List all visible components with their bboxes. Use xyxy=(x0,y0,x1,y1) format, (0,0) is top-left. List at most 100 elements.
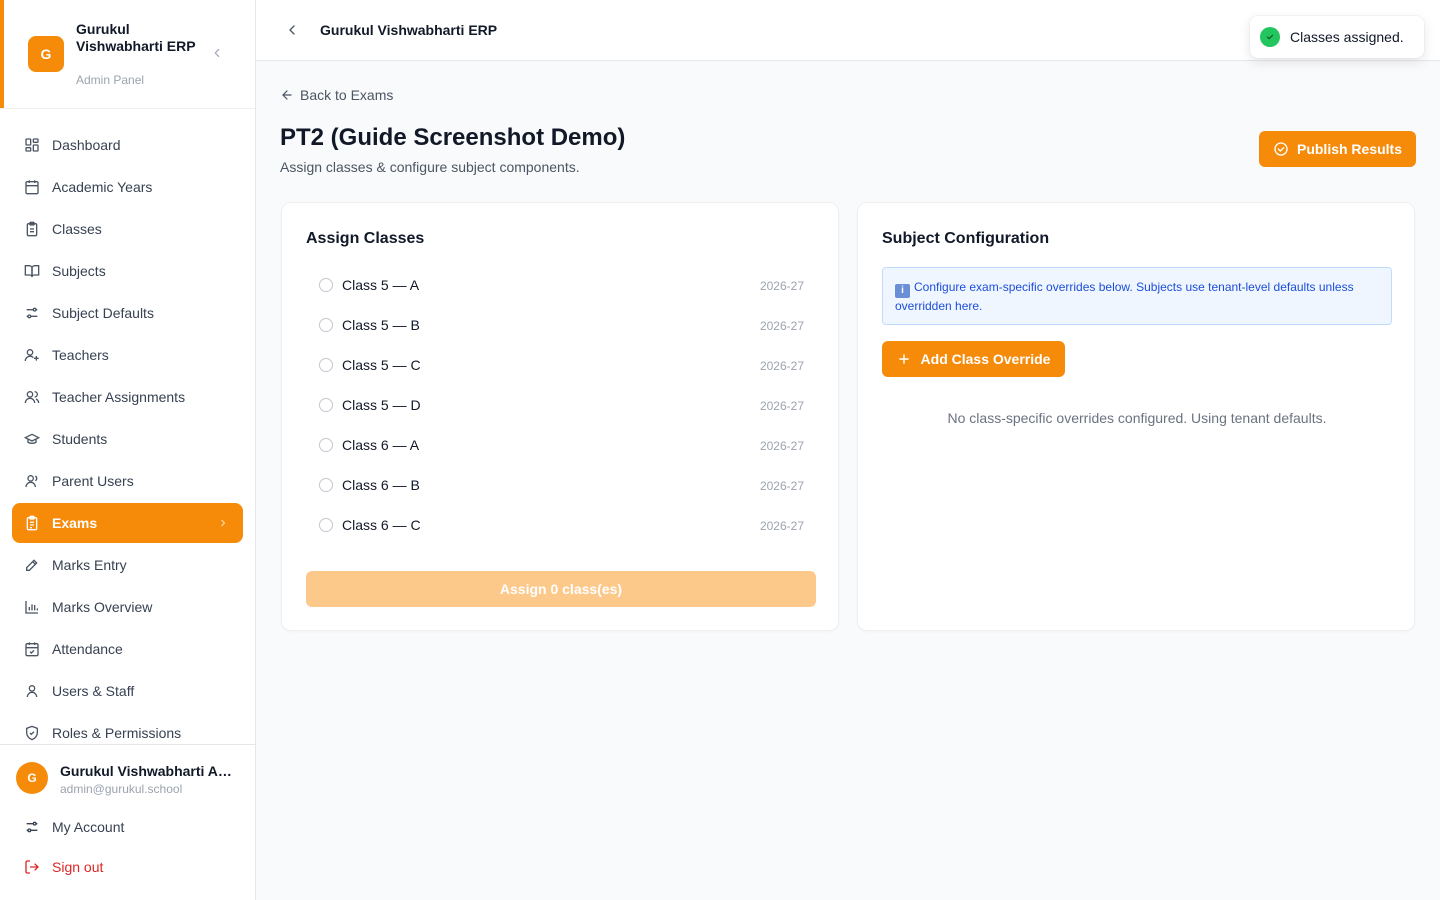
sidebar-item-users-staff[interactable]: Users & Staff xyxy=(12,671,243,711)
class-year: 2026-27 xyxy=(759,319,804,333)
class-year: 2026-27 xyxy=(759,359,804,373)
class-year: 2026-27 xyxy=(759,479,804,493)
assign-classes-card: Assign Classes Class 5 — A 2026-27 Class… xyxy=(281,202,839,631)
clipboard-icon xyxy=(24,221,40,237)
sidebar-item-label: Subject Defaults xyxy=(52,305,154,321)
sidebar-item-classes[interactable]: Classes xyxy=(12,209,243,249)
sidebar-item-label: Exams xyxy=(52,515,98,531)
class-option-5c[interactable]: Class 5 — C 2026-27 xyxy=(306,345,816,385)
graduation-cap-icon xyxy=(24,431,40,447)
class-label: Class 5 — A xyxy=(342,277,420,293)
class-radio[interactable] xyxy=(319,478,333,492)
user-group-icon xyxy=(24,473,40,489)
empty-state-text: No class-specific overrides configured. … xyxy=(947,410,1327,426)
sign-out-icon xyxy=(24,859,40,875)
class-year: 2026-27 xyxy=(759,279,804,293)
sidebar-item-label: Teacher Assignments xyxy=(52,389,186,405)
my-account-label: My Account xyxy=(52,819,125,835)
sign-out-button[interactable]: Sign out xyxy=(24,857,103,877)
back-button[interactable] xyxy=(280,18,304,42)
info-icon: i xyxy=(895,284,910,298)
my-account-link[interactable]: My Account xyxy=(24,817,124,837)
sidebar-item-attendance[interactable]: Attendance xyxy=(12,629,243,669)
class-radio[interactable] xyxy=(319,278,333,292)
sidebar-item-academic-years[interactable]: Academic Years xyxy=(12,167,243,207)
sidebar-item-marks-entry[interactable]: Marks Entry xyxy=(12,545,243,585)
subject-configuration-card: Subject Configuration i Configure exam-sp… xyxy=(857,202,1415,631)
sidebar-item-subjects[interactable]: Subjects xyxy=(12,251,243,291)
class-option-6c[interactable]: Class 6 — C 2026-27 xyxy=(306,505,816,545)
back-to-exams-link[interactable]: Back to Exams xyxy=(280,87,393,103)
sidebar-item-exams[interactable]: Exams xyxy=(12,503,243,543)
class-option-6a[interactable]: Class 6 — A 2026-27 xyxy=(306,425,816,465)
collapse-sidebar-button[interactable] xyxy=(206,42,228,64)
plus-icon xyxy=(897,352,911,366)
class-label: Class 5 — B xyxy=(342,317,420,333)
class-list: Class 5 — A 2026-27 Class 5 — B 2026-27 … xyxy=(306,265,816,545)
clipboard-list-icon xyxy=(24,515,40,531)
class-radio[interactable] xyxy=(319,438,333,452)
user-email: admin@gurukul.school xyxy=(60,782,183,796)
bar-chart-icon xyxy=(24,599,40,615)
info-banner: i Configure exam-specific overrides below… xyxy=(882,267,1392,325)
brand-subtitle: Admin Panel xyxy=(76,73,145,87)
sidebar-item-label: Roles & Permissions xyxy=(52,725,182,741)
header-title: Gurukul Vishwabharti ERP xyxy=(320,22,498,38)
sidebar-item-teachers[interactable]: Teachers xyxy=(12,335,243,375)
class-radio[interactable] xyxy=(319,518,333,532)
info-text: Configure exam-specific overrides below.… xyxy=(895,280,1354,313)
pencil-icon xyxy=(24,557,40,573)
sidebar-item-label: Students xyxy=(52,431,108,447)
sidebar-item-label: Parent Users xyxy=(52,473,134,489)
sidebar-item-students[interactable]: Students xyxy=(12,419,243,459)
chevron-left-icon xyxy=(289,25,295,35)
sidebar-footer: G Gurukul Vishwabharti Admin admin@guruk… xyxy=(0,744,255,900)
dashboard-icon xyxy=(24,137,40,153)
class-label: Class 6 — A xyxy=(342,437,420,453)
brand-header: G Gurukul Vishwabharti ERP Admin Panel xyxy=(0,0,255,109)
sidebar-item-label: Users & Staff xyxy=(52,683,135,699)
sidebar-item-label: Marks Overview xyxy=(52,599,153,615)
sidebar-item-label: Attendance xyxy=(52,641,123,657)
class-option-5d[interactable]: Class 5 — D 2026-27 xyxy=(306,385,816,425)
calendar-icon xyxy=(24,179,40,195)
sidebar-item-parent-users[interactable]: Parent Users xyxy=(12,461,243,501)
add-class-override-label: Add Class Override xyxy=(920,351,1051,367)
users-icon xyxy=(24,389,40,405)
class-option-6b[interactable]: Class 6 — B 2026-27 xyxy=(306,465,816,505)
class-option-5b[interactable]: Class 5 — B 2026-27 xyxy=(306,305,816,345)
sidebar-item-label: Academic Years xyxy=(52,179,153,195)
sidebar-item-roles-permissions[interactable]: Roles & Permissions xyxy=(12,713,243,743)
sidebar-item-subject-defaults[interactable]: Subject Defaults xyxy=(12,293,243,333)
toast-notification: Classes assigned. xyxy=(1250,16,1424,58)
page-subtitle: Assign classes & configure subject compo… xyxy=(280,159,580,175)
sidebar-item-label: Teachers xyxy=(52,347,109,363)
add-class-override-button[interactable]: Add Class Override xyxy=(882,341,1065,377)
brand-name: Gurukul Vishwabharti ERP xyxy=(76,21,196,54)
calendar-check-icon xyxy=(24,641,40,657)
teacher-icon xyxy=(24,347,40,363)
subject-configuration-title: Subject Configuration xyxy=(882,230,1050,247)
sidebar-item-label: Marks Entry xyxy=(52,557,127,573)
sidebar-item-marks-overview[interactable]: Marks Overview xyxy=(12,587,243,627)
class-label: Class 6 — B xyxy=(342,477,420,493)
sliders-icon xyxy=(24,819,40,835)
class-option-5a[interactable]: Class 5 — A 2026-27 xyxy=(306,265,816,305)
sidebar-nav: Dashboard Academic Years Classes Subject… xyxy=(12,125,243,743)
check-circle-icon xyxy=(1273,141,1289,157)
user-icon xyxy=(24,683,40,699)
sidebar-item-label: Subjects xyxy=(52,263,106,279)
sidebar-item-dashboard[interactable]: Dashboard xyxy=(12,125,243,165)
avatar: G xyxy=(16,762,48,794)
toast-message: Classes assigned. xyxy=(1290,29,1404,45)
class-radio[interactable] xyxy=(319,398,333,412)
class-radio[interactable] xyxy=(319,358,333,372)
class-radio[interactable] xyxy=(319,318,333,332)
publish-results-label: Publish Results xyxy=(1296,141,1403,157)
success-check-icon xyxy=(1260,27,1280,47)
sidebar-item-teacher-assignments[interactable]: Teacher Assignments xyxy=(12,377,243,417)
arrow-left-icon xyxy=(280,88,294,102)
assign-classes-button[interactable]: Assign 0 class(es) xyxy=(306,571,816,607)
class-label: Class 5 — C xyxy=(342,357,421,373)
publish-results-button[interactable]: Publish Results xyxy=(1259,131,1416,167)
